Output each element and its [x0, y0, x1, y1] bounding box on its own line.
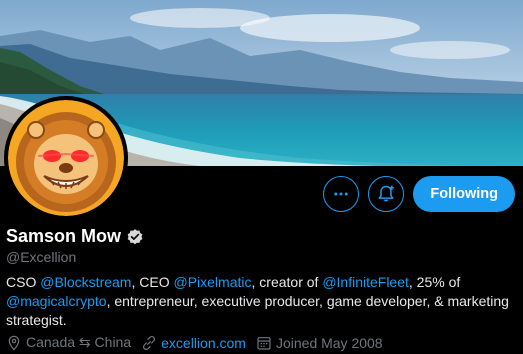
- website-link[interactable]: excellion.com: [161, 335, 246, 351]
- mention-link-blockstream[interactable]: @Blockstream: [40, 274, 131, 290]
- join-date-text: Joined May 2008: [275, 334, 383, 351]
- mention-link-pixelmatic[interactable]: @Pixelmatic: [173, 274, 251, 290]
- bio-text: , creator of: [251, 274, 323, 290]
- name-row: Samson Mow: [6, 226, 144, 247]
- join-date: Joined May 2008: [256, 335, 383, 351]
- profile-bio: CSO @Blockstream, CEO @Pixelmatic, creat…: [6, 273, 516, 330]
- verified-badge-icon: [127, 228, 143, 244]
- following-button[interactable]: Following: [413, 176, 515, 212]
- avatar[interactable]: [4, 96, 128, 220]
- notify-button[interactable]: [368, 176, 405, 212]
- website[interactable]: excellion.com: [141, 335, 246, 351]
- profile-actions: Following: [323, 176, 515, 212]
- bio-text: CSO: [6, 274, 41, 290]
- bio-text: , CEO: [131, 274, 174, 290]
- bio-text: , 25% of: [408, 274, 461, 290]
- location-pin-icon: [8, 335, 20, 351]
- profile-meta: Canada ⇆ China excellion.com Joined May …: [6, 334, 383, 351]
- mention-link-magicalcrypto[interactable]: @magicalcrypto: [6, 293, 107, 309]
- lion-avatar-image: [8, 100, 124, 216]
- more-icon: [334, 192, 349, 196]
- mention-link-infinitefleet[interactable]: @InfiniteFleet: [322, 274, 409, 290]
- bell-plus-icon: [378, 185, 395, 202]
- location-text: Canada ⇆ China: [26, 334, 132, 350]
- link-icon: [143, 335, 156, 350]
- more-button[interactable]: [323, 176, 360, 212]
- user-handle: @Excellion: [6, 249, 77, 265]
- calendar-icon: [257, 336, 271, 350]
- display-name: Samson Mow: [6, 226, 122, 246]
- location: Canada ⇆ China: [6, 334, 131, 351]
